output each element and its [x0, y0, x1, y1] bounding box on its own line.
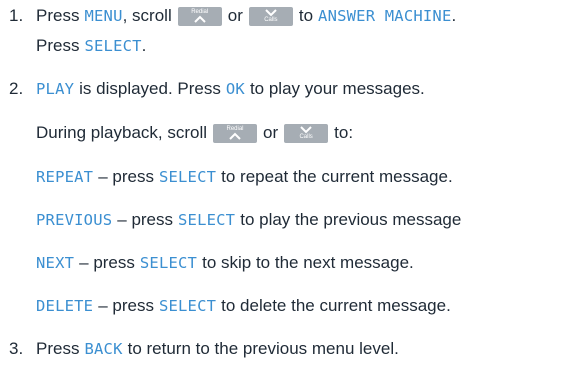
calls-key-label-2: Calls [299, 134, 313, 140]
step-2-text-play: to play your messages. [249, 79, 425, 98]
menu-key-text: MENU [84, 7, 123, 25]
option-previous: PREVIOUS – press SELECT to play the prev… [36, 208, 461, 232]
option-key: SELECT [158, 168, 217, 186]
calls-key-label: Calls [264, 17, 278, 23]
chevron-up-icon [229, 132, 241, 140]
option-delete: DELETE – press SELECT to delete the curr… [36, 294, 451, 318]
option-dash: – press [98, 167, 154, 186]
step-1-text-press-2: Press [36, 36, 80, 55]
step-1-text-scroll: , scroll [122, 6, 172, 25]
option-command: REPEAT [36, 168, 94, 186]
step-2-text-displayed: is displayed. Press [79, 79, 221, 98]
option-dash: – press [98, 296, 154, 315]
option-key: SELECT [139, 254, 198, 272]
option-dash: – press [79, 253, 135, 272]
step-3-text-press: Press [36, 339, 80, 358]
step-1-number: 1. [9, 6, 24, 25]
step-1-text-or: or [227, 6, 243, 25]
play-text: PLAY [36, 80, 75, 98]
step-2-text-to: to: [334, 123, 354, 142]
option-command: PREVIOUS [36, 211, 113, 229]
ok-text: OK [225, 80, 245, 98]
step-1-text-to: to [298, 6, 314, 25]
option-key: SELECT [158, 297, 217, 315]
option-command: DELETE [36, 297, 94, 315]
step-1-line-1: 1. Press MENU , scroll Redial or Calls t… [0, 4, 456, 28]
step-1-text-press: Press [36, 6, 80, 25]
redial-up-key-icon: Redial [177, 6, 222, 26]
option-description: to play the previous message [240, 210, 462, 229]
calls-down-key-icon-2: Calls [284, 123, 329, 143]
step-3-number: 3. [9, 339, 24, 358]
step-2-text-or: or [263, 123, 279, 142]
option-description: to repeat the current message. [221, 167, 453, 186]
option-repeat: REPEAT – press SELECT to repeat the curr… [36, 165, 453, 189]
step-1-text-end: . [141, 36, 147, 55]
calls-down-key-icon: Calls [248, 6, 293, 26]
during-playback-text: During playback, scroll [36, 123, 208, 142]
redial-up-key-icon-2: Redial [213, 123, 258, 143]
option-description: to skip to the next message. [202, 253, 414, 272]
step-2-line-1: 2. PLAY is displayed. Press OK to play y… [0, 77, 425, 101]
step-3-text-return: to return to the previous menu level. [127, 339, 399, 358]
option-description: to delete the current message. [221, 296, 451, 315]
step-2-number: 2. [9, 79, 24, 98]
instructions-page: 1. Press MENU , scroll Redial or Calls t… [0, 0, 563, 365]
chevron-down-icon [300, 126, 312, 134]
chevron-up-icon [194, 15, 206, 23]
option-command: NEXT [36, 254, 75, 272]
back-key-text: BACK [84, 340, 123, 358]
step-1-line-2: Press SELECT . [36, 34, 146, 58]
option-next: NEXT – press SELECT to skip to the next … [36, 251, 414, 275]
step-2-line-2: During playback, scroll Redial or Calls … [36, 121, 353, 145]
option-dash: – press [117, 210, 174, 229]
chevron-down-icon [265, 9, 277, 17]
option-key: SELECT [178, 211, 236, 229]
step-1-text-period: . [451, 6, 457, 25]
step-3-line: 3. Press BACK to return to the previous … [0, 337, 399, 361]
answer-machine-text: ANSWER MACHINE [318, 7, 452, 25]
select-key-text: SELECT [84, 37, 142, 55]
